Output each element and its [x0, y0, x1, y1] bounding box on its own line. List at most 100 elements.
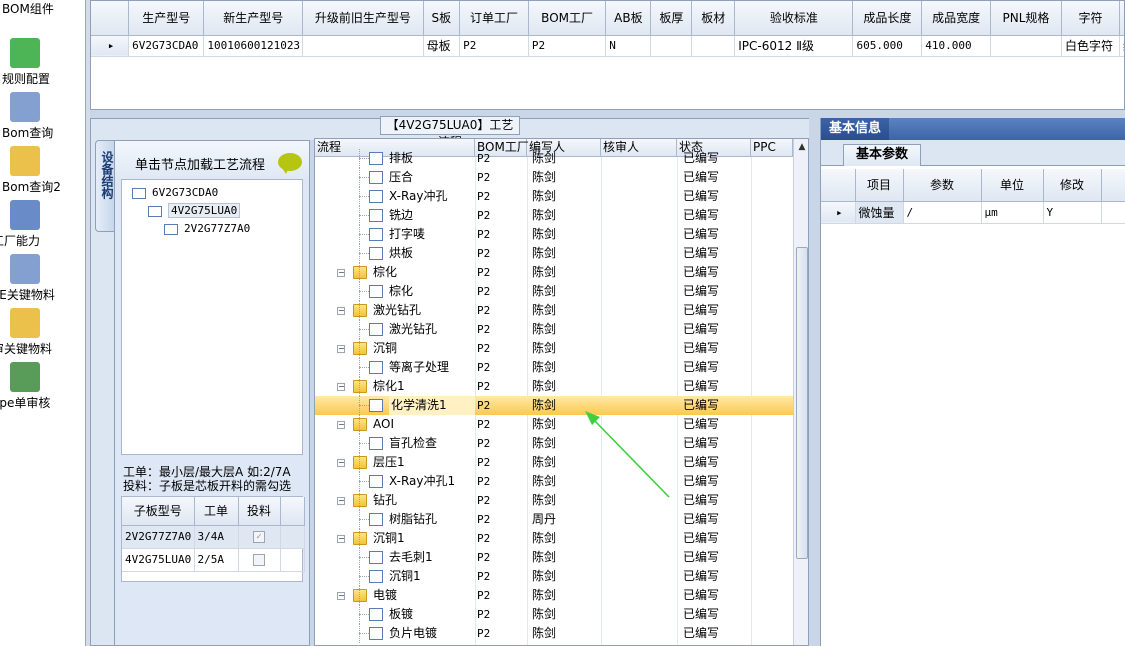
grid-cell[interactable]: 410.000: [921, 35, 992, 57]
flow-row[interactable]: X-Ray冲孔 P2 陈剑 已编写: [315, 187, 793, 206]
grid-cell[interactable]: [990, 35, 1062, 57]
flow-row[interactable]: 棕化 P2 陈剑 已编写: [315, 282, 793, 301]
flow-row[interactable]: 等离子处理 P2 陈剑 已编写: [315, 358, 793, 377]
collapse-toggle-icon[interactable]: −: [337, 383, 345, 391]
flow-row[interactable]: 激光钻孔 P2 陈剑 已编写: [315, 320, 793, 339]
grid-cell[interactable]: [302, 35, 424, 57]
col-header[interactable]: S板: [423, 1, 461, 36]
flow-bom-cell: P2: [477, 456, 491, 469]
feed-checkbox[interactable]: ✓: [253, 531, 265, 543]
flow-row[interactable]: 树脂钻孔 P2 周丹 已编写: [315, 510, 793, 529]
param-cell[interactable]: 微蚀量: [855, 201, 904, 224]
col-header[interactable]: 订单工厂: [459, 1, 529, 36]
flow-row[interactable]: 铣边 P2 陈剑 已编写: [315, 206, 793, 225]
flow-row[interactable]: − 沉铜1 P2 陈剑 已编写: [315, 529, 793, 548]
grid-cell[interactable]: P2: [528, 35, 607, 57]
flow-row[interactable]: 烘板 P2 陈剑 已编写: [315, 244, 793, 263]
flow-row[interactable]: 盲孔检查 P2 陈剑 已编写: [315, 434, 793, 453]
flow-row[interactable]: − 激光钻孔 P2 陈剑 已编写: [315, 301, 793, 320]
param-col-header[interactable]: 参数: [903, 169, 982, 202]
info-splitter[interactable]: [809, 118, 820, 646]
grid-cell[interactable]: 绿色: [1119, 35, 1124, 57]
col-header[interactable]: 字符: [1061, 1, 1120, 36]
grid-cell[interactable]: 母板: [423, 35, 461, 57]
grid-cell[interactable]: [650, 35, 693, 57]
tab-device-structure[interactable]: 设备结构: [95, 140, 115, 232]
tab-basic-info[interactable]: 基本信息: [821, 118, 889, 140]
feed-checkbox[interactable]: [253, 554, 265, 566]
col-header[interactable]: 新生产型号: [203, 1, 304, 36]
toolbar-item-0[interactable]: BOM组件: [0, 0, 86, 42]
grid-cell[interactable]: IPC-6012 Ⅱ级: [734, 35, 854, 57]
toolbar-item-3[interactable]: Bom查询2: [0, 146, 86, 200]
col-header[interactable]: 升级前旧生产型号: [302, 1, 424, 36]
grid-cell[interactable]: 白色字符: [1061, 35, 1120, 57]
sub-col-header[interactable]: 子板型号: [122, 497, 195, 526]
col-header[interactable]: 板厚: [650, 1, 693, 36]
collapse-toggle-icon[interactable]: −: [337, 269, 345, 277]
col-header[interactable]: 成品宽度: [921, 1, 992, 36]
toolbar-item-7[interactable]: ope单审核: [0, 362, 86, 416]
tree-node[interactable]: 6V2G73CDA0: [132, 186, 218, 199]
grid-cell[interactable]: 6V2G73CDA0: [128, 35, 205, 57]
col-header[interactable]: PNL规格: [990, 1, 1062, 36]
collapse-toggle-icon[interactable]: −: [337, 592, 345, 600]
flow-row[interactable]: − 棕化1 P2 陈剑 已编写: [315, 377, 793, 396]
flow-row[interactable]: 去毛刺1 P2 陈剑 已编写: [315, 548, 793, 567]
tree-node[interactable]: 2V2G77Z7A0: [164, 222, 250, 235]
col-header[interactable]: BOM工厂: [528, 1, 607, 36]
flow-row[interactable]: − 电镀 P2 陈剑 已编写: [315, 586, 793, 605]
collapse-toggle-icon[interactable]: −: [337, 497, 345, 505]
flow-row[interactable]: − 沉铜 P2 陈剑 已编写: [315, 339, 793, 358]
col-header[interactable]: 验收标准: [734, 1, 854, 36]
col-header[interactable]: 生产型号: [128, 1, 205, 36]
flow-row[interactable]: 板镀 P2 陈剑 已编写: [315, 605, 793, 624]
horizontal-splitter[interactable]: [90, 110, 1125, 118]
flow-row[interactable]: − 层压1 P2 陈剑 已编写: [315, 453, 793, 472]
scroll-thumb[interactable]: [796, 247, 808, 559]
sub-col-header[interactable]: 投料: [238, 497, 281, 526]
col-header[interactable]: 阻焊: [1119, 1, 1124, 36]
toolbar-item-6[interactable]: 审关键物料: [0, 308, 86, 362]
scroll-up-icon[interactable]: ▲: [796, 141, 808, 153]
collapse-toggle-icon[interactable]: −: [337, 535, 345, 543]
col-header[interactable]: 板材: [691, 1, 736, 36]
toolbar-item-4[interactable]: 工厂能力: [0, 200, 86, 254]
param-cell[interactable]: /: [903, 201, 982, 224]
param-cell[interactable]: Y: [1043, 201, 1102, 224]
flow-row[interactable]: 压合 P2 陈剑 已编写: [315, 168, 793, 187]
flow-row[interactable]: − AOI P2 陈剑 已编写: [315, 415, 793, 434]
grid-cell[interactable]: N: [605, 35, 652, 57]
grid-cell[interactable]: 10010600121023: [203, 35, 304, 57]
flow-row[interactable]: 排板 P2 陈剑 已编写: [315, 149, 793, 168]
flow-row[interactable]: 负片电镀 P2 陈剑 已编写: [315, 624, 793, 643]
param-cell[interactable]: μm: [981, 201, 1044, 224]
toolbar-item-5[interactable]: PE关键物料: [0, 254, 86, 308]
sub-col-header[interactable]: 工单: [194, 497, 239, 526]
param-col-header[interactable]: 项目: [855, 169, 904, 202]
toolbar-item-1[interactable]: 规则配置: [0, 38, 86, 92]
grid-cell[interactable]: 605.000: [852, 35, 923, 57]
flow-scrollbar[interactable]: ▲: [793, 139, 808, 645]
tree-node[interactable]: 4V2G75LUA0: [148, 203, 241, 218]
flow-row[interactable]: − 棕化 P2 陈剑 已编写: [315, 263, 793, 282]
collapse-toggle-icon[interactable]: −: [337, 345, 345, 353]
tab-basic-params[interactable]: 基本参数: [843, 144, 921, 166]
grid-cell[interactable]: P2: [459, 35, 529, 57]
table-row[interactable]: 2V2G77Z7A0 3/4A ✓: [122, 525, 305, 549]
collapse-toggle-icon[interactable]: −: [337, 421, 345, 429]
toolbar-item-2[interactable]: Bom查询: [0, 92, 86, 146]
flow-row[interactable]: 打字唛 P2 陈剑 已编写: [315, 225, 793, 244]
collapse-toggle-icon[interactable]: −: [337, 307, 345, 315]
grid-cell[interactable]: [691, 35, 736, 57]
col-header[interactable]: AB板: [605, 1, 652, 36]
col-header[interactable]: 成品长度: [852, 1, 923, 36]
collapse-toggle-icon[interactable]: −: [337, 459, 345, 467]
param-col-header[interactable]: 单位: [981, 169, 1044, 202]
flow-row[interactable]: − 钻孔 P2 陈剑 已编写: [315, 491, 793, 510]
flow-row[interactable]: X-Ray冲孔1 P2 陈剑 已编写: [315, 472, 793, 491]
param-col-header[interactable]: 修改: [1043, 169, 1102, 202]
flow-row[interactable]: 化学清洗1 P2 陈剑 已编写: [315, 396, 793, 415]
table-row[interactable]: 4V2G75LUA0 2/5A: [122, 548, 305, 572]
flow-row[interactable]: 沉铜1 P2 陈剑 已编写: [315, 567, 793, 586]
